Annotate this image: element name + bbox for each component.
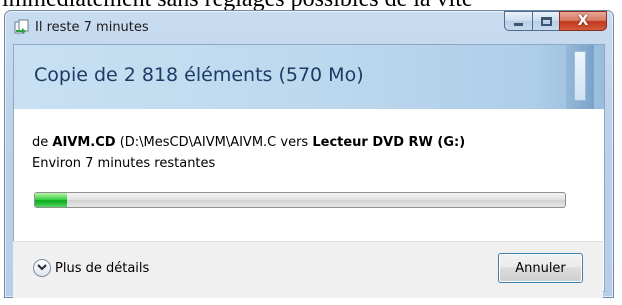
chevron-down-icon (33, 259, 51, 277)
close-icon: X (577, 13, 589, 29)
from-prefix: de (32, 135, 53, 150)
more-details-label: Plus de détails (55, 260, 150, 276)
dialog-footer: Plus de détails Annuler (13, 241, 603, 298)
source-path: (D:\MesCD\AIVM\AIVM.C (115, 135, 277, 150)
copy-title: Copie de 2 818 éléments (570 Mo) (34, 64, 364, 86)
close-button[interactable]: X (559, 11, 607, 31)
progress-fill (35, 193, 67, 207)
copy-details: de AIVM.CD (D:\MesCD\AIVM\AIVM.C vers Le… (32, 135, 465, 150)
header-band: Copie de 2 818 éléments (570 Mo) (14, 45, 604, 109)
window-title: Il reste 7 minutes (35, 20, 149, 35)
time-remaining: Environ 7 minutes restantes (32, 156, 216, 171)
title-bar[interactable]: Il reste 7 minutes X (5, 11, 613, 45)
copy-progress-bar (34, 192, 566, 208)
maximize-icon (540, 16, 552, 26)
more-details-toggle[interactable]: Plus de détails (33, 259, 149, 277)
source-name: AIVM.CD (52, 135, 116, 150)
caption-buttons: X (504, 11, 607, 32)
maximize-button[interactable] (532, 11, 559, 31)
header-decoration-pane (574, 51, 586, 101)
to-separator: vers (276, 135, 313, 150)
file-copy-icon (14, 19, 30, 35)
minimize-button[interactable] (504, 11, 532, 31)
cancel-button[interactable]: Annuler (498, 253, 583, 283)
destination-name: Lecteur DVD RW (G:) (312, 135, 466, 150)
minimize-icon (514, 23, 523, 26)
